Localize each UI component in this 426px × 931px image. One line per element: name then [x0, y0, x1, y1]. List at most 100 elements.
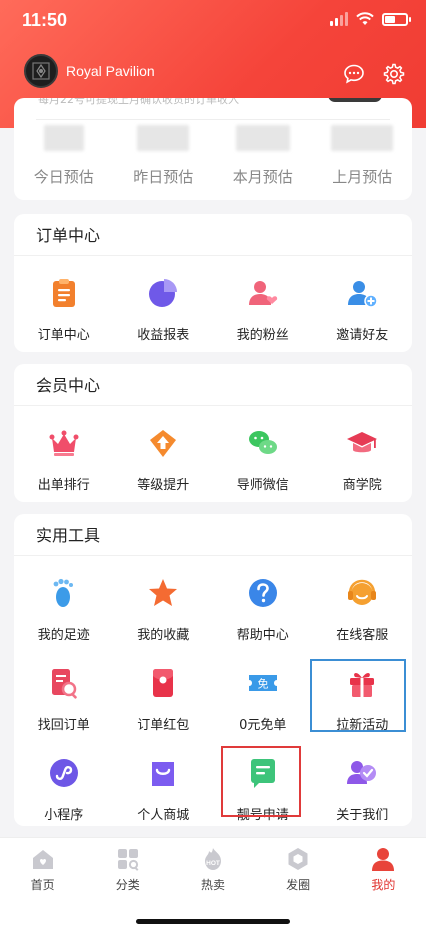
divider	[36, 119, 390, 120]
earnings-value-blurred	[43, 125, 84, 151]
cell-label: 我的足迹	[37, 628, 90, 643]
earnings-yesterday[interactable]: 昨日预估	[114, 125, 214, 187]
home-icon	[32, 850, 53, 869]
cell-label: 商学院	[342, 478, 382, 493]
tab-moments[interactable]: 发圈	[256, 838, 341, 893]
cell-label: 等级提升	[137, 478, 190, 493]
tab-home[interactable]: 首页	[0, 838, 85, 893]
level-up-button[interactable]: 等级提升	[114, 406, 214, 512]
cell-label: 出单排行	[37, 478, 90, 493]
free-coupon-icon: 免	[248, 675, 277, 691]
gear-icon[interactable]	[382, 62, 406, 86]
earnings-label: 上月预估	[332, 168, 393, 186]
level-up-icon	[150, 430, 177, 457]
personal-mall-button[interactable]: 个人商城	[114, 736, 214, 826]
order-center-card: 订单中心 订单中心 收益报表 我的粉丝 邀请好友	[14, 214, 412, 352]
cell-label: 关于我们	[336, 808, 389, 823]
cell-label: 订单中心	[37, 328, 90, 343]
bottom-tab-bar: 首页 分类 HOT 热卖 发圈 我的	[0, 837, 426, 931]
help-center-button[interactable]: 帮助中心	[213, 556, 313, 646]
help-icon	[248, 579, 277, 607]
mentor-wechat-button[interactable]: 导师微信	[213, 406, 313, 512]
earnings-today[interactable]: 今日预估	[14, 125, 114, 187]
crown-icon	[49, 430, 79, 456]
find-order-button[interactable]: 找回订单	[14, 646, 114, 736]
message-icon[interactable]	[342, 62, 366, 86]
earnings-label: 今日预估	[33, 168, 94, 186]
earnings-note: 每月22号可提现上月确认收货的订单收入	[38, 98, 239, 106]
cell-label: 我的收藏	[137, 628, 190, 643]
red-envelope-icon	[153, 669, 174, 697]
mini-program-icon	[49, 759, 78, 787]
category-icon	[117, 849, 139, 871]
home-indicator	[136, 919, 290, 924]
tab-label: 分类	[115, 878, 140, 892]
highlight-box-red	[221, 746, 301, 817]
order-center-button[interactable]: 订单中心	[14, 256, 114, 362]
tab-label: 发圈	[286, 878, 311, 892]
cell-label: 我的粉丝	[236, 328, 289, 343]
earnings-value-blurred	[331, 125, 394, 151]
cell-label: 收益报表	[137, 328, 190, 343]
find-order-icon	[51, 669, 77, 699]
username: Royal Pavilion	[66, 63, 155, 79]
earnings-report-button[interactable]: 收益报表	[114, 256, 214, 362]
battery-icon	[382, 12, 411, 26]
cell-label: 在线客服	[336, 628, 389, 643]
customer-service-icon	[348, 579, 377, 605]
hexagon-icon	[288, 848, 308, 870]
hot-icon: HOT	[204, 848, 221, 870]
tab-label: 热卖	[200, 878, 225, 892]
my-footprint-button[interactable]: 我的足迹	[14, 556, 114, 646]
my-fans-button[interactable]: 我的粉丝	[213, 256, 313, 362]
cell-label: 0元免单	[239, 718, 287, 733]
tab-label: 我的	[371, 878, 396, 892]
earnings-value-blurred	[235, 125, 290, 151]
mini-program-button[interactable]: 小程序	[14, 736, 114, 826]
graduation-cap-icon	[347, 432, 378, 453]
header-actions	[342, 62, 406, 86]
earnings-last-month[interactable]: 上月预估	[313, 125, 413, 187]
tab-category[interactable]: 分类	[85, 838, 170, 893]
wechat-icon	[248, 431, 277, 454]
section-title: 订单中心	[14, 214, 412, 256]
invite-friends-button[interactable]: 邀请好友	[313, 256, 413, 362]
pie-chart-icon	[149, 279, 178, 307]
my-favorites-button[interactable]: 我的收藏	[114, 556, 214, 646]
order-ranking-button[interactable]: 出单排行	[14, 406, 114, 512]
avatar-emblem-icon	[32, 62, 50, 80]
earnings-this-month[interactable]: 本月预估	[213, 125, 313, 187]
status-bar: 11:50	[0, 0, 426, 44]
earnings-label: 本月预估	[232, 168, 293, 186]
footprint-icon	[53, 578, 73, 607]
star-icon	[149, 579, 178, 606]
tab-hot[interactable]: HOT 热卖	[170, 838, 255, 893]
withdraw-pill[interactable]	[328, 98, 382, 102]
invite-friend-icon	[348, 281, 378, 308]
cell-label: 找回订单	[37, 718, 90, 733]
tab-label: 首页	[30, 878, 55, 892]
profile-icon	[372, 848, 395, 871]
business-school-button[interactable]: 商学院	[313, 406, 413, 512]
wifi-icon	[356, 12, 374, 25]
avatar[interactable]	[24, 54, 58, 88]
cell-label: 个人商城	[137, 808, 190, 823]
about-us-button[interactable]: 关于我们	[313, 736, 413, 826]
tab-mine[interactable]: 我的	[341, 838, 426, 893]
about-us-icon	[347, 761, 377, 784]
user-profile[interactable]: Royal Pavilion	[24, 54, 155, 88]
earnings-label: 昨日预估	[133, 168, 194, 186]
cell-label: 订单红包	[137, 718, 190, 733]
svg-text:免: 免	[257, 677, 268, 691]
section-title: 实用工具	[14, 514, 412, 556]
zero-yuan-free-button[interactable]: 免 0元免单	[213, 646, 313, 736]
earnings-value-blurred	[137, 125, 190, 151]
signal-icon	[330, 12, 348, 26]
order-red-envelope-button[interactable]: 订单红包	[114, 646, 214, 736]
online-service-button[interactable]: 在线客服	[313, 556, 413, 646]
shopping-bag-icon	[152, 762, 175, 786]
status-indicators	[330, 12, 411, 26]
cell-label: 导师微信	[236, 478, 289, 493]
cell-label: 邀请好友	[336, 328, 389, 343]
earnings-card: 每月22号可提现上月确认收货的订单收入 今日预估 昨日预估 本月预估 上月预估	[14, 98, 412, 200]
